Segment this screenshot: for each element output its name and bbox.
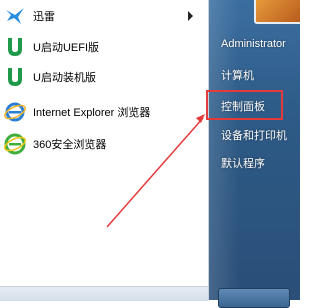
annotation-arrow <box>106 114 205 228</box>
